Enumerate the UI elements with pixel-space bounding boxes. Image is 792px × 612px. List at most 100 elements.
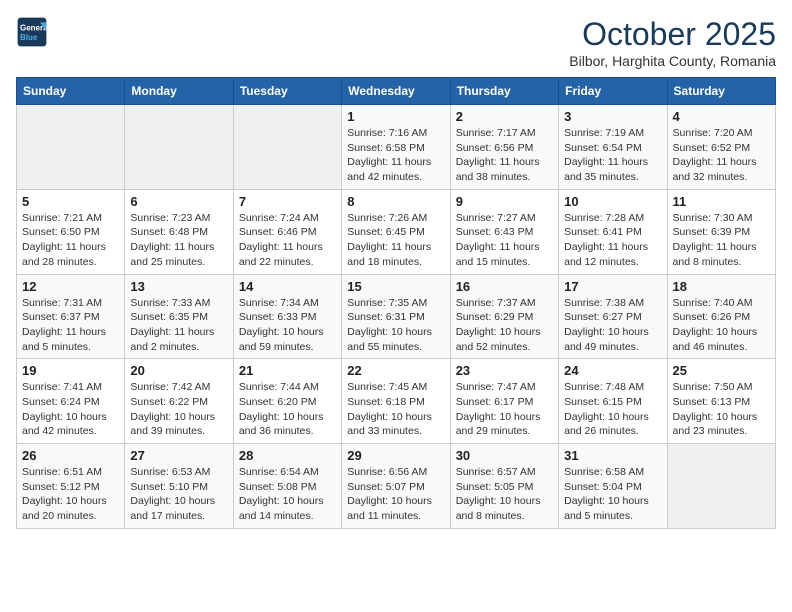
calendar-cell: 15Sunrise: 7:35 AM Sunset: 6:31 PM Dayli… xyxy=(342,274,450,359)
day-number: 14 xyxy=(239,279,336,294)
day-info: Sunrise: 7:21 AM Sunset: 6:50 PM Dayligh… xyxy=(22,211,119,270)
calendar-week-1: 1 Sunrise: 7:16 AM Sunset: 6:58 PM Daylig… xyxy=(17,105,776,190)
day-number: 12 xyxy=(22,279,119,294)
weekday-header-wednesday: Wednesday xyxy=(342,78,450,105)
calendar-week-5: 26Sunrise: 6:51 AM Sunset: 5:12 PM Dayli… xyxy=(17,444,776,529)
weekday-header-thursday: Thursday xyxy=(450,78,558,105)
calendar-cell: 18 Sunrise: 7:40 AM Sunset: 6:26 PM Dayli… xyxy=(667,274,775,359)
day-number: 6 xyxy=(130,194,227,209)
day-info: Sunrise: 7:16 AM Sunset: 6:58 PM Dayligh… xyxy=(347,126,444,185)
day-number: 1 xyxy=(347,109,444,124)
day-number: 5 xyxy=(22,194,119,209)
day-info: Sunrise: 7:45 AM Sunset: 6:18 PM Dayligh… xyxy=(347,380,444,439)
calendar-cell: 26Sunrise: 6:51 AM Sunset: 5:12 PM Dayli… xyxy=(17,444,125,529)
calendar-cell: 2 Sunrise: 7:17 AM Sunset: 6:56 PM Daylig… xyxy=(450,105,558,190)
page-header: General Blue October 2025 Bilbor, Harghi… xyxy=(16,16,776,69)
day-info: Sunrise: 7:17 AM Sunset: 6:56 PM Dayligh… xyxy=(456,126,553,185)
calendar-cell: 27 Sunrise: 6:53 AM Sunset: 5:10 PM Dayli… xyxy=(125,444,233,529)
calendar-cell: 23 Sunrise: 7:47 AM Sunset: 6:17 PM Dayli… xyxy=(450,359,558,444)
calendar-cell: 31Sunrise: 6:58 AM Sunset: 5:04 PM Dayli… xyxy=(559,444,667,529)
calendar-week-3: 12 Sunrise: 7:31 AM Sunset: 6:37 PM Dayli… xyxy=(17,274,776,359)
day-info: Sunrise: 7:27 AM Sunset: 6:43 PM Dayligh… xyxy=(456,211,553,270)
day-number: 10 xyxy=(564,194,661,209)
day-info: Sunrise: 7:41 AM Sunset: 6:24 PM Dayligh… xyxy=(22,380,119,439)
calendar-cell: 3Sunrise: 7:19 AM Sunset: 6:54 PM Daylig… xyxy=(559,105,667,190)
day-info: Sunrise: 7:44 AM Sunset: 6:20 PM Dayligh… xyxy=(239,380,336,439)
day-number: 16 xyxy=(456,279,553,294)
calendar-cell: 17 Sunrise: 7:38 AM Sunset: 6:27 PM Dayli… xyxy=(559,274,667,359)
day-number: 7 xyxy=(239,194,336,209)
calendar-cell: 7 Sunrise: 7:24 AM Sunset: 6:46 PM Daylig… xyxy=(233,189,341,274)
calendar-cell: 4 Sunrise: 7:20 AM Sunset: 6:52 PM Daylig… xyxy=(667,105,775,190)
calendar-cell xyxy=(125,105,233,190)
day-info: Sunrise: 7:37 AM Sunset: 6:29 PM Dayligh… xyxy=(456,296,553,355)
calendar-cell: 20 Sunrise: 7:42 AM Sunset: 6:22 PM Dayli… xyxy=(125,359,233,444)
day-number: 28 xyxy=(239,448,336,463)
day-info: Sunrise: 7:26 AM Sunset: 6:45 PM Dayligh… xyxy=(347,211,444,270)
weekday-header-sunday: Sunday xyxy=(17,78,125,105)
weekday-header-saturday: Saturday xyxy=(667,78,775,105)
calendar-cell: 5 Sunrise: 7:21 AM Sunset: 6:50 PM Daylig… xyxy=(17,189,125,274)
calendar-cell: 28Sunrise: 6:54 AM Sunset: 5:08 PM Dayli… xyxy=(233,444,341,529)
calendar-cell: 25 Sunrise: 7:50 AM Sunset: 6:13 PM Dayli… xyxy=(667,359,775,444)
calendar-cell xyxy=(17,105,125,190)
calendar-cell: 14 Sunrise: 7:34 AM Sunset: 6:33 PM Dayli… xyxy=(233,274,341,359)
day-number: 26 xyxy=(22,448,119,463)
day-info: Sunrise: 7:31 AM Sunset: 6:37 PM Dayligh… xyxy=(22,296,119,355)
day-info: Sunrise: 7:34 AM Sunset: 6:33 PM Dayligh… xyxy=(239,296,336,355)
logo-icon: General Blue xyxy=(16,16,48,48)
month-title: October 2025 xyxy=(569,16,776,53)
calendar-cell: 8 Sunrise: 7:26 AM Sunset: 6:45 PM Daylig… xyxy=(342,189,450,274)
day-info: Sunrise: 7:33 AM Sunset: 6:35 PM Dayligh… xyxy=(130,296,227,355)
calendar-header: SundayMondayTuesdayWednesdayThursdayFrid… xyxy=(17,78,776,105)
day-info: Sunrise: 7:48 AM Sunset: 6:15 PM Dayligh… xyxy=(564,380,661,439)
weekday-header-row: SundayMondayTuesdayWednesdayThursdayFrid… xyxy=(17,78,776,105)
day-number: 3 xyxy=(564,109,661,124)
day-info: Sunrise: 7:24 AM Sunset: 6:46 PM Dayligh… xyxy=(239,211,336,270)
calendar-cell: 13Sunrise: 7:33 AM Sunset: 6:35 PM Dayli… xyxy=(125,274,233,359)
day-number: 17 xyxy=(564,279,661,294)
day-number: 25 xyxy=(673,363,770,378)
day-number: 30 xyxy=(456,448,553,463)
day-info: Sunrise: 7:23 AM Sunset: 6:48 PM Dayligh… xyxy=(130,211,227,270)
day-number: 4 xyxy=(673,109,770,124)
day-info: Sunrise: 7:47 AM Sunset: 6:17 PM Dayligh… xyxy=(456,380,553,439)
day-number: 18 xyxy=(673,279,770,294)
day-number: 8 xyxy=(347,194,444,209)
calendar-week-4: 19 Sunrise: 7:41 AM Sunset: 6:24 PM Dayli… xyxy=(17,359,776,444)
calendar-cell: 21 Sunrise: 7:44 AM Sunset: 6:20 PM Dayli… xyxy=(233,359,341,444)
day-number: 21 xyxy=(239,363,336,378)
day-number: 19 xyxy=(22,363,119,378)
day-info: Sunrise: 7:40 AM Sunset: 6:26 PM Dayligh… xyxy=(673,296,770,355)
day-info: Sunrise: 7:28 AM Sunset: 6:41 PM Dayligh… xyxy=(564,211,661,270)
logo: General Blue xyxy=(16,16,48,48)
calendar-cell: 11Sunrise: 7:30 AM Sunset: 6:39 PM Dayli… xyxy=(667,189,775,274)
calendar-cell: 10 Sunrise: 7:28 AM Sunset: 6:41 PM Dayli… xyxy=(559,189,667,274)
day-info: Sunrise: 7:38 AM Sunset: 6:27 PM Dayligh… xyxy=(564,296,661,355)
day-number: 9 xyxy=(456,194,553,209)
weekday-header-friday: Friday xyxy=(559,78,667,105)
location-subtitle: Bilbor, Harghita County, Romania xyxy=(569,53,776,69)
day-number: 20 xyxy=(130,363,227,378)
day-info: Sunrise: 7:42 AM Sunset: 6:22 PM Dayligh… xyxy=(130,380,227,439)
calendar-cell: 24 Sunrise: 7:48 AM Sunset: 6:15 PM Dayli… xyxy=(559,359,667,444)
calendar-cell: 1 Sunrise: 7:16 AM Sunset: 6:58 PM Daylig… xyxy=(342,105,450,190)
day-info: Sunrise: 6:53 AM Sunset: 5:10 PM Dayligh… xyxy=(130,465,227,524)
day-number: 23 xyxy=(456,363,553,378)
day-number: 29 xyxy=(347,448,444,463)
day-number: 2 xyxy=(456,109,553,124)
calendar-table: SundayMondayTuesdayWednesdayThursdayFrid… xyxy=(16,77,776,529)
calendar-cell: 9 Sunrise: 7:27 AM Sunset: 6:43 PM Daylig… xyxy=(450,189,558,274)
svg-text:Blue: Blue xyxy=(20,33,38,42)
day-info: Sunrise: 7:20 AM Sunset: 6:52 PM Dayligh… xyxy=(673,126,770,185)
calendar-body: 1 Sunrise: 7:16 AM Sunset: 6:58 PM Daylig… xyxy=(17,105,776,529)
day-number: 27 xyxy=(130,448,227,463)
day-number: 24 xyxy=(564,363,661,378)
day-info: Sunrise: 6:58 AM Sunset: 5:04 PM Dayligh… xyxy=(564,465,661,524)
calendar-cell: 30Sunrise: 6:57 AM Sunset: 5:05 PM Dayli… xyxy=(450,444,558,529)
title-block: October 2025 Bilbor, Harghita County, Ro… xyxy=(569,16,776,69)
calendar-cell xyxy=(667,444,775,529)
day-info: Sunrise: 7:50 AM Sunset: 6:13 PM Dayligh… xyxy=(673,380,770,439)
calendar-cell xyxy=(233,105,341,190)
day-number: 11 xyxy=(673,194,770,209)
